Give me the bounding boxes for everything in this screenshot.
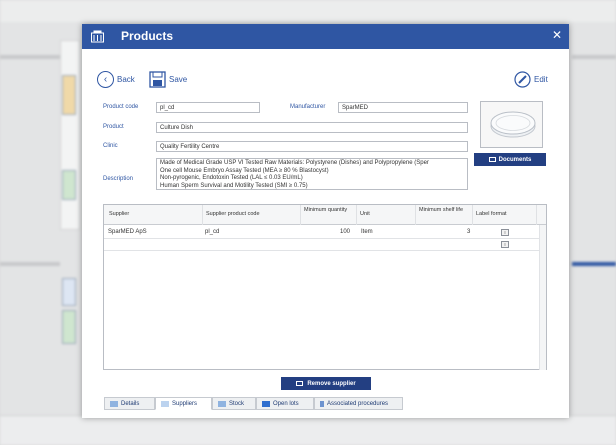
product-code-field[interactable]: pl_cd [156,102,260,113]
associated-procedures-icon [320,400,324,407]
remove-supplier-label: Remove supplier [307,380,356,387]
background-tile [62,278,76,306]
tab-stock[interactable]: Stock [212,397,256,410]
column-header-minimum-shelf-life[interactable]: Minimum shelf life [417,205,473,225]
details-icon [110,400,118,407]
label-format-icon[interactable]: ≡ [501,241,509,248]
cell-unit: Item [361,229,373,235]
table-scrollbar[interactable] [539,225,546,370]
clinic-label: Clinic [103,143,118,149]
description-line: Made of Medical Grade USP VI Tested Raw … [160,160,429,166]
row-divider [104,250,544,251]
dialog-titlebar: Products ✕ [82,24,569,49]
description-line: Non-pyrogenic, Endotoxin Tested (LAL ≤ 0… [160,175,303,181]
edit-button[interactable]: Edit [514,71,548,88]
documents-button[interactable]: Documents [474,153,546,166]
remove-icon [296,381,304,386]
row-divider [104,238,544,239]
documents-label: Documents [498,156,532,163]
edit-label: Edit [534,75,548,84]
tab-associated-procedures-label: Associated procedures [327,400,389,407]
column-header-supplier[interactable]: Supplier [107,205,203,225]
save-label: Save [169,75,188,84]
bottom-tabs: Details Suppliers Stock Open lots Associ… [104,397,403,410]
manufacturer-label: Manufacturer [290,104,326,110]
culture-dish-image [490,111,536,138]
tab-details-label: Details [121,400,140,407]
tab-associated-procedures[interactable]: Associated procedures [314,397,403,410]
description-field[interactable]: Made of Medical Grade USP VI Tested Raw … [156,158,468,190]
background-tile [62,310,76,344]
cell-minimum-shelf-life: 3 [467,229,471,235]
description-label: Description [103,176,134,182]
close-icon[interactable]: ✕ [552,28,562,42]
background-tile [62,75,76,115]
background-divider [0,55,60,59]
clinic-field[interactable]: Quality Fertility Centre [156,141,468,152]
save-icon [149,71,166,88]
tab-open-lots[interactable]: Open lots [256,397,314,410]
manufacturer-field[interactable]: SparMED [338,102,468,113]
tab-details[interactable]: Details [104,397,155,410]
background-tile [62,170,76,200]
tab-suppliers-label: Suppliers [172,400,198,407]
suppliers-table: Supplier Supplier product code Minimum q… [103,204,547,370]
column-header-label-format[interactable]: Label format [474,205,537,225]
background-divider [572,55,616,59]
suppliers-icon [161,400,169,407]
remove-supplier-button[interactable]: Remove supplier [281,377,371,390]
edit-pencil-icon [514,71,531,88]
background-footer [0,415,616,445]
products-dialog: Products ✕ ‹ Back Save Edit Product code… [82,24,569,418]
cell-supplier: SparMED ApS [108,229,147,235]
documents-icon [488,157,496,162]
background-panel [60,40,80,230]
background-divider [0,262,60,266]
description-line: Human Sperm Survival and Motility Tested… [160,182,308,189]
back-arrow-icon: ‹ [97,71,114,88]
tab-open-lots-label: Open lots [273,400,299,407]
open-lots-icon [262,400,270,407]
back-label: Back [117,75,135,84]
products-icon [91,30,104,43]
back-button[interactable]: ‹ Back [97,71,135,88]
tab-stock-label: Stock [229,400,245,407]
product-field[interactable]: Culture Dish [156,122,468,133]
cell-minimum-quantity: 100 [340,229,351,235]
product-label: Product [103,124,124,130]
product-code-label: Product code [103,104,139,110]
tab-suppliers[interactable]: Suppliers [155,397,212,410]
column-header-minimum-quantity[interactable]: Minimum quantity [302,205,357,225]
background-header [0,0,616,22]
column-header-unit[interactable]: Unit [358,205,416,225]
description-line: One cell Mouse Embryo Assay Tested (MEA … [160,167,329,174]
save-button[interactable]: Save [149,71,187,88]
dialog-title: Products [121,29,174,43]
label-format-icon[interactable]: ≡ [501,229,509,236]
cell-supplier-product-code: pl_cd [205,229,220,235]
stock-icon [218,400,226,407]
column-header-supplier-product-code[interactable]: Supplier product code [204,205,301,225]
background-divider [572,262,616,266]
product-image [480,101,543,148]
